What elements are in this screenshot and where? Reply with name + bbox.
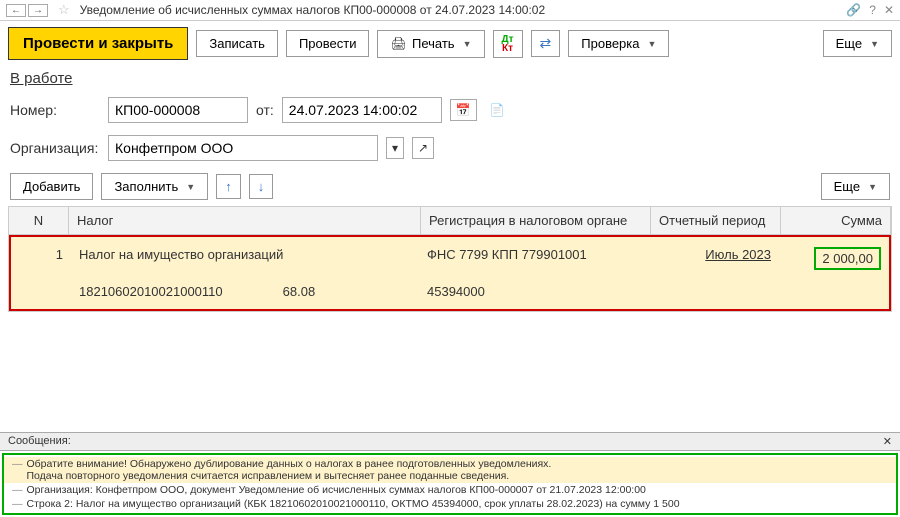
chevron-down-icon: ▼ <box>870 39 879 49</box>
dtkt-icon: ДтКт <box>502 35 514 53</box>
from-label: от: <box>256 102 274 118</box>
post-and-close-button[interactable]: Провести и закрыть <box>8 27 188 60</box>
sum-value[interactable]: 2 000,00 <box>814 247 881 270</box>
table-header: N Налог Регистрация в налоговом органе О… <box>9 207 891 235</box>
fill-label: Заполнить <box>114 179 178 194</box>
message-line[interactable]: — Организация: Конфетпром ООО, документ … <box>4 483 896 497</box>
related-docs-button[interactable]: ⇄ <box>531 30 561 57</box>
number-label: Номер: <box>10 102 100 118</box>
help-icon[interactable]: ? <box>869 3 876 17</box>
chevron-down-icon: ▼ <box>868 182 877 192</box>
related-icon: ⇄ <box>540 35 552 52</box>
cell-reg: ФНС 7799 КПП 779901001 <box>419 237 649 277</box>
msg-2: Организация: Конфетпром ООО, документ Ув… <box>27 484 646 496</box>
nav-back-icon[interactable]: ← <box>6 4 26 17</box>
org-dropdown-icon[interactable]: ▾ <box>386 137 404 159</box>
messages-header: Сообщения: ✕ <box>0 432 900 451</box>
cell-period: Июль 2023 <box>649 237 779 277</box>
warn-text-1: Обратите внимание! Обнаружено дублирован… <box>27 458 552 470</box>
col-n: N <box>9 207 69 234</box>
print-label: Печать <box>412 36 455 51</box>
dash-icon: — <box>12 484 23 496</box>
main-toolbar: Провести и закрыть Записать Провести 🖨 П… <box>0 21 900 66</box>
dash-icon: — <box>12 498 23 510</box>
more-label: Еще <box>836 36 862 51</box>
status-link[interactable]: В работе <box>0 66 900 91</box>
tax-table: N Налог Регистрация в налоговом органе О… <box>8 206 892 312</box>
date-field[interactable] <box>282 97 442 123</box>
nav-fwd-icon[interactable]: → <box>28 4 48 17</box>
message-line[interactable]: — Строка 2: Налог на имущество организац… <box>4 497 896 511</box>
more-button[interactable]: Еще ▼ <box>823 30 892 57</box>
calendar-icon[interactable]: 📅 <box>450 99 477 121</box>
check-label: Проверка <box>581 36 639 51</box>
printer-icon: 🖨 <box>390 36 407 52</box>
check-button[interactable]: Проверка ▼ <box>568 30 669 57</box>
table-row[interactable]: 1 Налог на имущество организаций ФНС 779… <box>9 235 891 311</box>
acc-value: 68.08 <box>283 284 316 299</box>
col-reg: Регистрация в налоговом органе <box>421 207 651 234</box>
table-toolbar: Добавить Заполнить ▼ ↑ ↓ Еще ▼ <box>0 167 900 206</box>
number-field[interactable] <box>108 97 248 123</box>
cell-tax-codes: 18210602010021000110 68.08 <box>71 277 419 309</box>
table-more-button[interactable]: Еще ▼ <box>821 173 890 200</box>
table-more-label: Еще <box>834 179 860 194</box>
message-warning[interactable]: — Обратите внимание! Обнаружено дублиров… <box>4 457 896 483</box>
org-field[interactable] <box>108 135 378 161</box>
post-button[interactable]: Провести <box>286 30 370 57</box>
period-link[interactable]: Июль 2023 <box>705 247 771 262</box>
cell-sum: 2 000,00 <box>779 237 889 277</box>
fill-button[interactable]: Заполнить ▼ <box>101 173 208 200</box>
kbk-value: 18210602010021000110 <box>79 284 223 299</box>
chevron-down-icon: ▼ <box>186 182 195 192</box>
warn-text-2: Подача повторного уведомления считается … <box>27 470 510 482</box>
cell-oktmo: 45394000 <box>419 277 649 309</box>
org-label: Организация: <box>10 140 100 156</box>
dtkt-button[interactable]: ДтКт <box>493 30 523 58</box>
org-row: Организация: ▾ ↗ <box>0 129 900 167</box>
dash-icon: — <box>12 458 23 470</box>
status-flag-icon[interactable]: 📄 <box>485 100 510 120</box>
col-period: Отчетный период <box>651 207 781 234</box>
print-button[interactable]: 🖨 Печать ▼ <box>377 30 484 58</box>
cell-tax-name: Налог на имущество организаций <box>71 237 419 277</box>
window-title: Уведомление об исчисленных суммах налого… <box>80 3 847 17</box>
chevron-down-icon: ▼ <box>463 39 472 49</box>
org-open-icon[interactable]: ↗ <box>412 137 434 159</box>
cell-n: 1 <box>11 237 71 277</box>
link-icon[interactable]: 🔗 <box>846 3 861 17</box>
move-up-button[interactable]: ↑ <box>216 174 241 199</box>
chevron-down-icon: ▼ <box>648 39 657 49</box>
move-down-button[interactable]: ↓ <box>249 174 274 199</box>
add-row-button[interactable]: Добавить <box>10 173 93 200</box>
titlebar: ← → ☆ Уведомление об исчисленных суммах … <box>0 0 900 21</box>
messages-title: Сообщения: <box>8 435 71 448</box>
msg-3: Строка 2: Налог на имущество организаций… <box>27 498 680 510</box>
col-sum: Сумма <box>781 207 891 234</box>
col-tax: Налог <box>69 207 421 234</box>
number-row: Номер: от: 📅 📄 <box>0 91 900 129</box>
close-icon[interactable]: ✕ <box>884 3 894 17</box>
messages-close-icon[interactable]: ✕ <box>883 435 892 448</box>
write-button[interactable]: Записать <box>196 30 278 57</box>
window-controls: 🔗 ? ✕ <box>846 3 894 17</box>
favorite-star-icon[interactable]: ☆ <box>54 2 74 18</box>
nav-arrows: ← → <box>6 4 48 17</box>
